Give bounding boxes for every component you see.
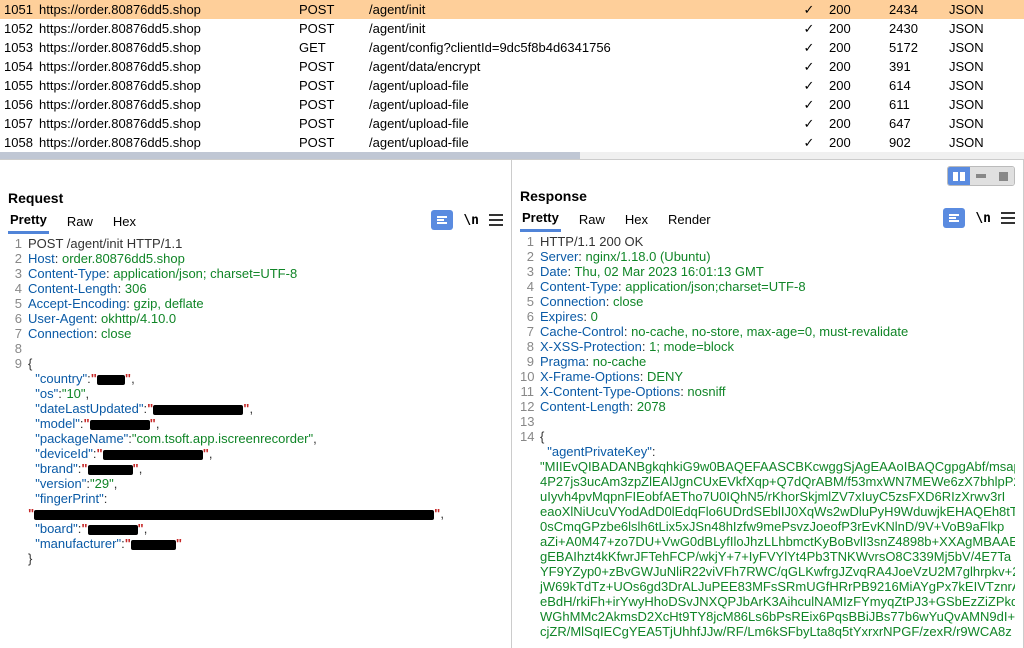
proxy-row[interactable]: 1057https://order.80876dd5.shopPOST/agen… [0,114,1024,133]
proxy-row[interactable]: 1051https://order.80876dd5.shopPOST/agen… [0,0,1024,19]
row-host: https://order.80876dd5.shop [39,116,299,131]
row-type: JSON [949,21,1009,36]
tab-pretty[interactable]: Pretty [8,210,49,234]
row-id: 1054 [4,59,39,74]
check-icon: ✓ [789,40,829,56]
response-body[interactable]: 1HTTP/1.1 200 OK2Server: nginx/1.18.0 (U… [520,232,1015,648]
row-type: JSON [949,135,1009,150]
check-icon: ✓ [789,2,829,18]
row-length: 5172 [889,40,949,55]
check-icon: ✓ [789,135,829,151]
row-method: GET [299,40,369,55]
newline-icon[interactable]: \n [463,213,479,228]
row-path: /agent/upload-file [369,97,789,112]
row-host: https://order.80876dd5.shop [39,78,299,93]
menu-icon[interactable] [489,214,503,226]
format-icon[interactable] [943,208,965,228]
row-status: 200 [829,2,889,17]
tab-raw[interactable]: Raw [65,212,95,233]
row-method: POST [299,59,369,74]
horizontal-scrollbar[interactable] [0,152,1024,160]
row-host: https://order.80876dd5.shop [39,97,299,112]
row-status: 200 [829,97,889,112]
row-path: /agent/config?clientId=9dc5f8b4d6341756 [369,40,789,55]
row-id: 1051 [4,2,39,17]
proxy-row[interactable]: 1054https://order.80876dd5.shopPOST/agen… [0,57,1024,76]
row-path: /agent/data/encrypt [369,59,789,74]
row-path: /agent/init [369,2,789,17]
check-icon: ✓ [789,21,829,37]
row-method: POST [299,116,369,131]
row-status: 200 [829,59,889,74]
row-method: POST [299,2,369,17]
request-pane: Request Pretty Raw Hex \n 1POST /agent/ini… [0,160,512,648]
row-status: 200 [829,135,889,150]
tab-pretty[interactable]: Pretty [520,208,561,232]
proxy-row[interactable]: 1052https://order.80876dd5.shopPOST/agen… [0,19,1024,38]
row-path: /agent/upload-file [369,135,789,150]
row-path: /agent/init [369,21,789,36]
row-type: JSON [949,59,1009,74]
layout-rows-icon[interactable] [970,167,992,185]
menu-icon[interactable] [1001,212,1015,224]
row-length: 647 [889,116,949,131]
row-type: JSON [949,40,1009,55]
tab-render[interactable]: Render [666,210,713,231]
row-type: JSON [949,2,1009,17]
row-host: https://order.80876dd5.shop [39,40,299,55]
row-length: 2430 [889,21,949,36]
row-type: JSON [949,78,1009,93]
row-id: 1053 [4,40,39,55]
layout-single-icon[interactable] [992,167,1014,185]
row-host: https://order.80876dd5.shop [39,135,299,150]
row-length: 614 [889,78,949,93]
row-id: 1055 [4,78,39,93]
request-title: Request [8,190,63,206]
proxy-row[interactable]: 1055https://order.80876dd5.shopPOST/agen… [0,76,1024,95]
row-method: POST [299,21,369,36]
response-title: Response [520,188,587,204]
tab-hex[interactable]: Hex [111,212,138,233]
layout-columns-icon[interactable] [948,167,970,185]
row-id: 1058 [4,135,39,150]
check-icon: ✓ [789,97,829,113]
row-host: https://order.80876dd5.shop [39,59,299,74]
row-status: 200 [829,40,889,55]
row-status: 200 [829,78,889,93]
check-icon: ✓ [789,78,829,94]
format-icon[interactable] [431,210,453,230]
tab-raw[interactable]: Raw [577,210,607,231]
newline-icon[interactable]: \n [975,211,991,226]
proxy-history-table[interactable]: 1051https://order.80876dd5.shopPOST/agen… [0,0,1024,160]
proxy-row[interactable]: 1053https://order.80876dd5.shopGET/agent… [0,38,1024,57]
response-tabs: Pretty Raw Hex Render [520,204,713,232]
layout-toggle[interactable] [947,166,1015,186]
row-id: 1052 [4,21,39,36]
row-status: 200 [829,21,889,36]
row-length: 902 [889,135,949,150]
row-method: POST [299,135,369,150]
row-length: 2434 [889,2,949,17]
row-host: https://order.80876dd5.shop [39,2,299,17]
row-path: /agent/upload-file [369,78,789,93]
proxy-row[interactable]: 1058https://order.80876dd5.shopPOST/agen… [0,133,1024,152]
check-icon: ✓ [789,59,829,75]
response-pane: Response Pretty Raw Hex Render \n 1HTTP/1.1… [512,160,1024,648]
row-path: /agent/upload-file [369,116,789,131]
row-status: 200 [829,116,889,131]
request-body[interactable]: 1POST /agent/init HTTP/1.12Host: order.8… [8,234,503,648]
tab-hex[interactable]: Hex [623,210,650,231]
row-type: JSON [949,116,1009,131]
row-method: POST [299,97,369,112]
row-host: https://order.80876dd5.shop [39,21,299,36]
row-method: POST [299,78,369,93]
row-id: 1057 [4,116,39,131]
row-length: 611 [889,97,949,112]
request-tabs: Pretty Raw Hex [8,206,138,234]
row-id: 1056 [4,97,39,112]
proxy-row[interactable]: 1056https://order.80876dd5.shopPOST/agen… [0,95,1024,114]
row-length: 391 [889,59,949,74]
check-icon: ✓ [789,116,829,132]
row-type: JSON [949,97,1009,112]
